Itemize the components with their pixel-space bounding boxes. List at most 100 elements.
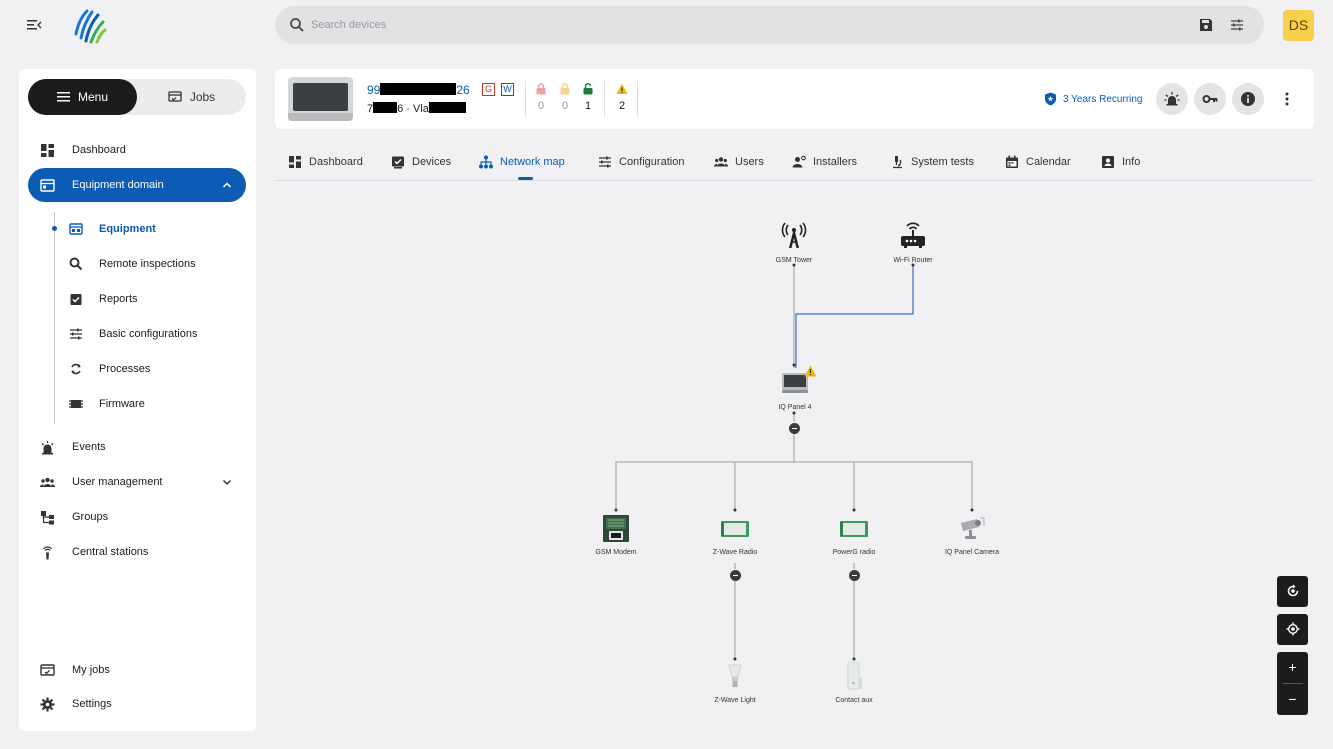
node-gsm-tower[interactable]: GSM Tower — [734, 220, 854, 264]
menu-toggle-button[interactable]: Menu — [28, 79, 137, 115]
sidebar-subitem-equipment[interactable]: Equipment — [55, 214, 245, 244]
sidebar-item-label: Events — [72, 441, 106, 453]
device-serial[interactable]: 99 26 — [367, 83, 470, 97]
subitem-label: Basic configurations — [99, 328, 198, 340]
stat-value: 0 — [537, 100, 545, 112]
node-label: Contact aux — [835, 697, 873, 704]
contact-sensor-icon — [837, 660, 871, 694]
tab-configuration[interactable]: Configuration — [598, 144, 684, 180]
jobs-toggle-label: Jobs — [189, 90, 216, 104]
node-label: GSM Modem — [595, 549, 637, 556]
divider — [637, 81, 638, 117]
warning-icon — [804, 365, 817, 377]
node-label: IQ Panel Camera — [944, 549, 1000, 556]
stat-value: 2 — [618, 100, 626, 112]
tab-label: Users — [735, 156, 764, 168]
node-powerg-radio[interactable]: PowerG radio — [794, 512, 914, 556]
microscope-icon — [893, 156, 902, 169]
tab-calendar[interactable]: Calendar — [1005, 144, 1071, 180]
tune-icon — [599, 156, 611, 168]
sync-icon — [71, 363, 81, 375]
subscription-plan[interactable]: 3 Years Recurring — [1044, 92, 1143, 106]
sidebar-item-equipment-domain[interactable]: Equipment domain — [28, 168, 246, 202]
sidebar-item-events[interactable]: Events — [28, 430, 246, 464]
tab-dashboard[interactable]: Dashboard — [288, 144, 363, 180]
sidebar-subitem-firmware[interactable]: Firmware — [55, 389, 245, 419]
chevron-up-icon[interactable] — [222, 180, 232, 190]
firmware-chip-icon — [69, 400, 83, 408]
more-options-icon[interactable] — [1279, 91, 1295, 107]
equipment-domain-icon — [40, 179, 55, 192]
node-label: PowerG radio — [832, 549, 876, 556]
locate-button[interactable] — [1277, 614, 1308, 645]
node-label: Z-Wave Radio — [712, 549, 758, 556]
warning-icon — [616, 84, 628, 94]
tab-users[interactable]: Users — [714, 144, 764, 180]
sidebar-item-settings[interactable]: Settings — [28, 687, 246, 721]
chevron-down-icon[interactable] — [222, 477, 232, 487]
node-iq-panel-camera[interactable]: IQ Panel Camera — [912, 512, 1032, 556]
divider — [525, 81, 526, 117]
tab-devices[interactable]: Devices — [391, 144, 451, 180]
collapse-node-button[interactable] — [849, 570, 860, 581]
menu-collapse-icon[interactable] — [26, 18, 42, 32]
search-icon — [290, 18, 304, 32]
brand-logo-icon[interactable] — [70, 6, 110, 46]
sidebar-item-my-jobs[interactable]: My jobs — [28, 653, 246, 687]
stat-value: 0 — [561, 100, 569, 112]
active-tab-indicator — [518, 177, 533, 180]
menu-jobs-toggle: Menu Jobs — [28, 79, 246, 115]
collapse-node-button[interactable] — [730, 570, 741, 581]
user-avatar[interactable]: DS — [1283, 10, 1314, 41]
jobs-toggle-button[interactable]: Jobs — [137, 79, 246, 115]
stat-warning: 2 — [614, 83, 630, 112]
sidebar-item-label: My jobs — [72, 664, 110, 676]
search-input[interactable] — [311, 15, 1111, 35]
node-label: Wi-Fi Router — [893, 257, 933, 264]
reset-view-button[interactable] — [1277, 576, 1308, 607]
link-children-bus — [615, 461, 973, 510]
collapse-node-button[interactable] — [789, 423, 800, 434]
sidebar-subitem-processes[interactable]: Processes — [55, 354, 245, 384]
iq-panel-icon — [778, 365, 817, 401]
node-wifi-router[interactable]: Wi-Fi Router — [853, 220, 973, 264]
link-wifi-panel — [795, 265, 914, 368]
sidebar-item-label: Groups — [72, 511, 109, 523]
sidebar-subitem-basic-configurations[interactable]: Basic configurations — [55, 319, 245, 349]
sidebar-item-user-management[interactable]: User management — [28, 465, 246, 499]
sidebar-item-central-stations[interactable]: Central stations — [28, 535, 246, 569]
alarm-button[interactable] — [1156, 83, 1188, 115]
jobs-icon — [168, 91, 182, 102]
save-icon[interactable] — [1198, 17, 1214, 33]
contact-card-icon — [1102, 156, 1114, 168]
sidebar-subitem-reports[interactable]: Reports — [55, 284, 245, 314]
node-zwave-radio[interactable]: Z-Wave Radio — [675, 512, 795, 556]
connection-point — [792, 411, 796, 415]
tab-installers[interactable]: Installers — [792, 144, 857, 180]
tab-info[interactable]: Info — [1101, 144, 1140, 180]
key-icon — [1202, 95, 1218, 103]
gsm-tower-icon — [777, 220, 811, 254]
installer-icon — [792, 155, 806, 168]
filter-settings-icon[interactable] — [1229, 17, 1245, 33]
report-icon — [70, 294, 82, 305]
zoom-out-button[interactable]: − — [1277, 684, 1308, 715]
info-button[interactable] — [1232, 83, 1264, 115]
network-map-canvas[interactable]: GSM Tower Wi-Fi Router IQ Panel 4 GSM Mo… — [275, 182, 1314, 731]
node-iq-panel[interactable]: IQ Panel 4 — [735, 365, 855, 411]
sidebar-item-groups[interactable]: Groups — [28, 500, 246, 534]
sidebar-item-dashboard[interactable]: Dashboard — [28, 133, 246, 167]
device-thumbnail — [288, 77, 353, 121]
node-zwave-light[interactable]: Z-Wave Light — [675, 660, 795, 704]
tab-network-map[interactable]: Network map — [479, 144, 565, 180]
users-group-icon — [40, 477, 55, 487]
zoom-in-button[interactable]: + — [1277, 652, 1308, 683]
key-button[interactable] — [1194, 83, 1226, 115]
node-contact-aux[interactable]: Contact aux — [794, 660, 914, 704]
node-gsm-modem[interactable]: GSM Modem — [556, 512, 676, 556]
top-bar: DS — [0, 0, 1333, 52]
tab-system-tests[interactable]: System tests — [890, 144, 974, 180]
sidebar-subitem-remote-inspections[interactable]: Remote inspections — [55, 249, 245, 279]
tune-icon — [70, 328, 82, 340]
camera-icon — [955, 512, 989, 546]
